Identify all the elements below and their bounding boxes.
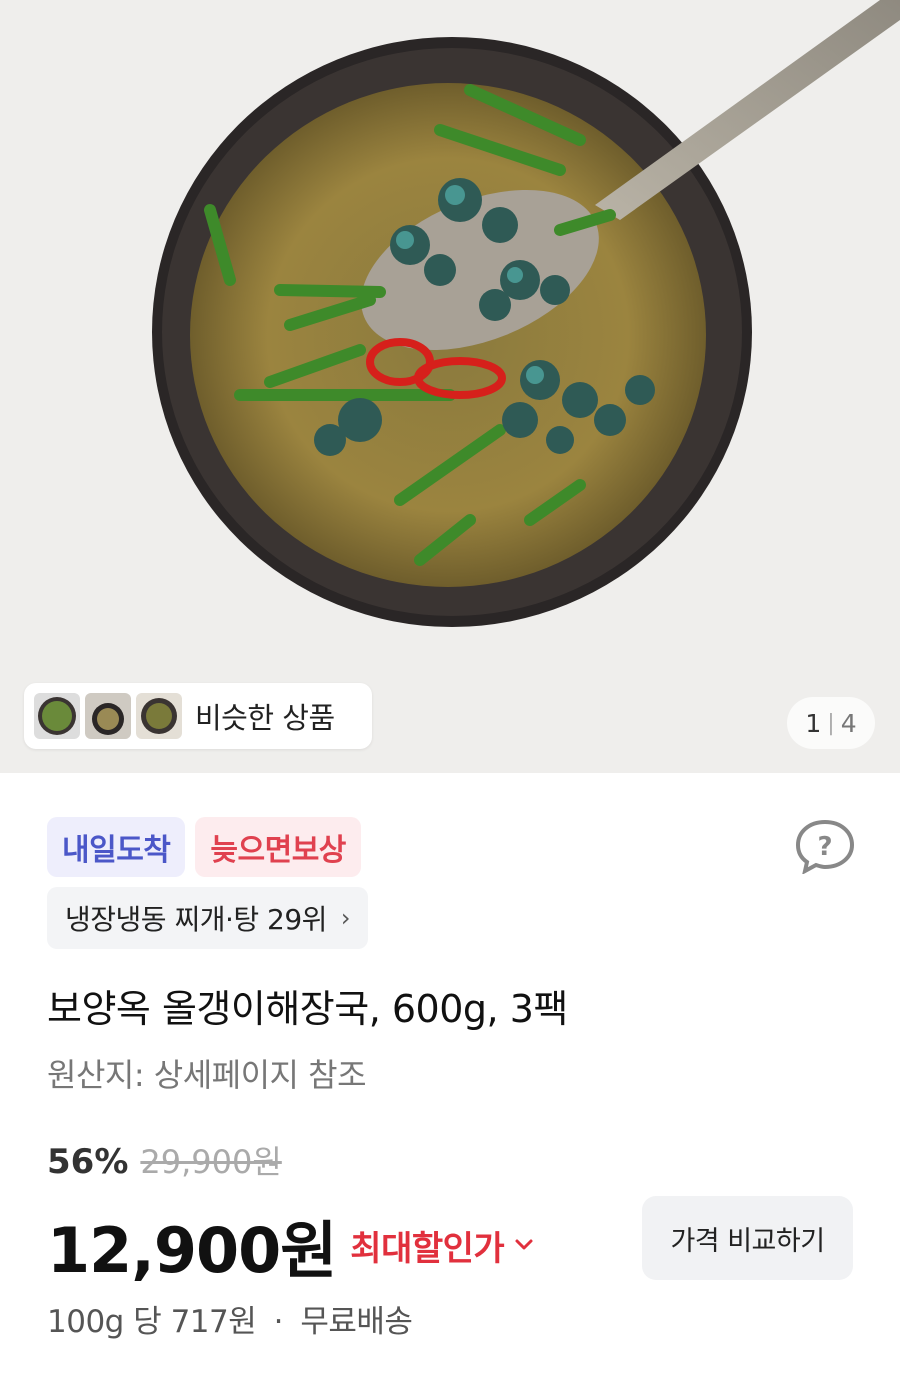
- price-row: 12,900원 최대할인가: [47, 1200, 534, 1290]
- badge-row: 내일도착 늦으면보상: [47, 817, 371, 877]
- max-discount-label: 최대할인가: [350, 1228, 505, 1269]
- image-page-counter: 1 | 4: [787, 697, 875, 749]
- max-discount-dropdown[interactable]: 최대할인가: [350, 1221, 534, 1270]
- product-origin: 원산지: 상세페이지 참조: [47, 1056, 367, 1094]
- similar-product-thumbnail: [136, 693, 182, 739]
- chevron-down-icon: [515, 1239, 533, 1250]
- total-pages: 4: [840, 708, 857, 738]
- sale-price: 12,900원: [47, 1214, 337, 1287]
- discount-rate: 56%: [47, 1142, 129, 1182]
- help-icon[interactable]: ?: [794, 818, 856, 874]
- current-page: 1: [805, 708, 822, 738]
- separator-dot: ·: [273, 1304, 284, 1340]
- price-compare-button[interactable]: 가격 비교하기: [642, 1196, 853, 1280]
- tomorrow-delivery-badge: 내일도착: [47, 817, 186, 877]
- unit-price: 100g 당 717원: [47, 1304, 257, 1340]
- similar-products-button[interactable]: 비슷한 상품: [24, 683, 372, 749]
- discount-row: 56% 29,900원: [47, 1137, 282, 1183]
- product-image-gallery[interactable]: 비슷한 상품 1 | 4: [0, 0, 900, 773]
- category-ranking-link[interactable]: 냉장냉동 찌개·탕 29위 ›: [47, 887, 369, 949]
- shipping-info: 무료배송: [300, 1304, 413, 1340]
- product-title: 보양옥 올갱이해장국, 600g, 3팩: [47, 987, 568, 1031]
- chevron-right-icon: ›: [340, 904, 351, 932]
- product-photo-soup-bowl: [152, 0, 900, 627]
- unit-price-shipping-row: 100g 당 717원 · 무료배송: [47, 1296, 413, 1341]
- similar-products-label: 비슷한 상품: [195, 701, 335, 735]
- similar-product-thumbnail: [34, 693, 80, 739]
- late-compensation-badge: 늦으면보상: [195, 817, 361, 877]
- original-price: 29,900원: [140, 1143, 282, 1181]
- ranking-label: 냉장냉동 찌개·탕 29위: [65, 903, 327, 936]
- similar-product-thumbnail: [85, 693, 131, 739]
- page-separator: |: [827, 710, 835, 736]
- svg-text:?: ?: [817, 832, 832, 862]
